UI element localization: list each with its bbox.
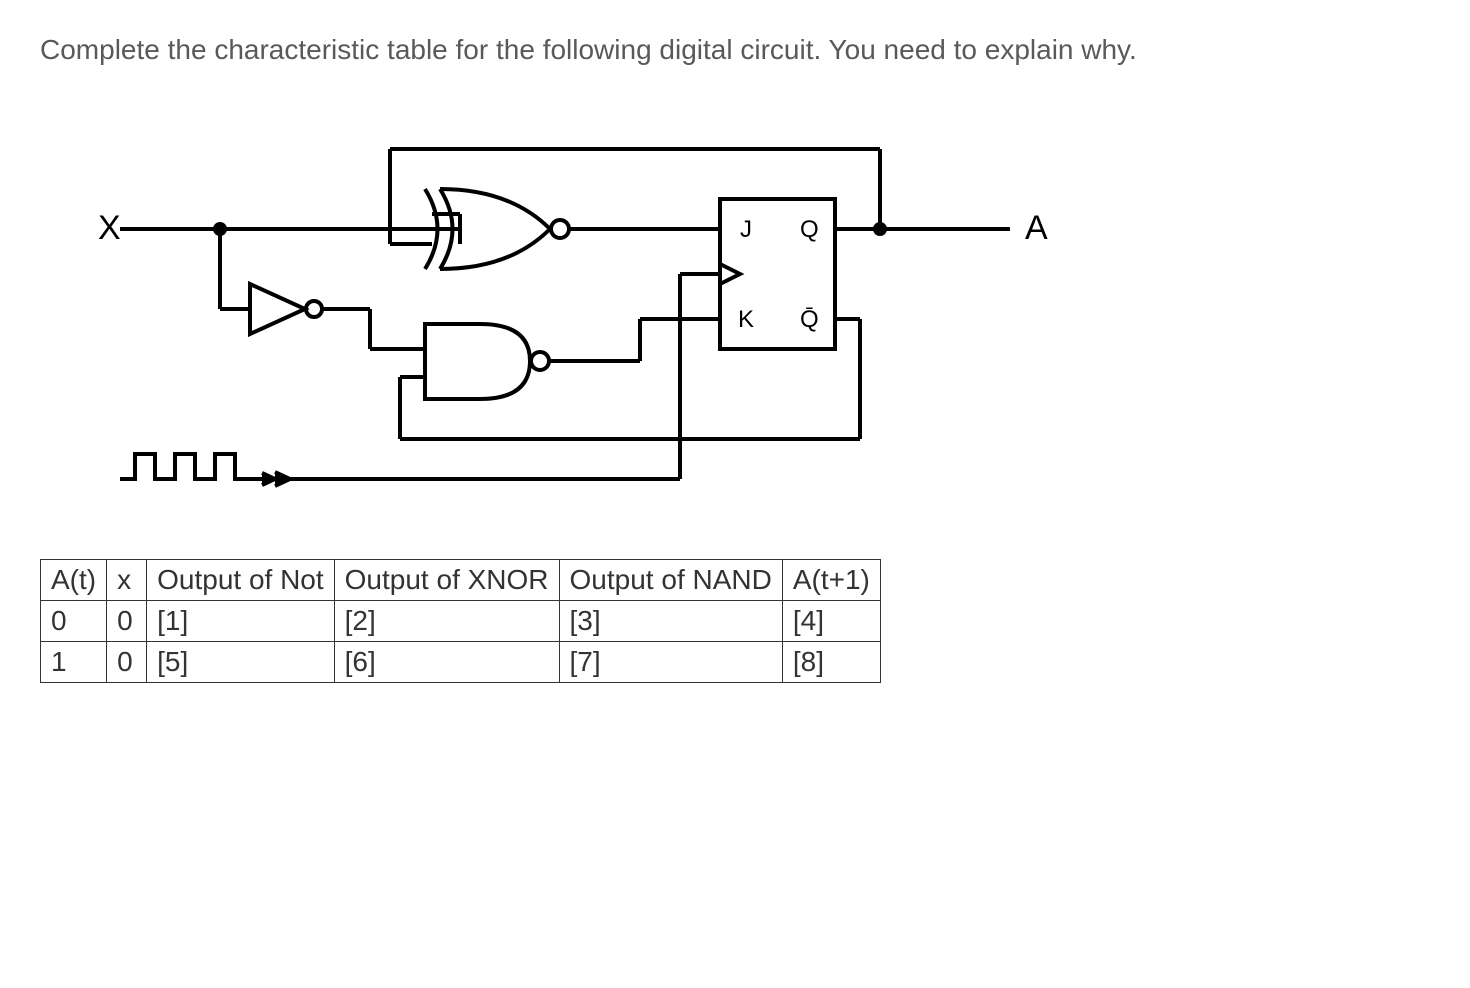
table-row: 0 0 [1] [2] [3] [4] <box>41 601 881 642</box>
table-row: 1 0 [5] [6] [7] [8] <box>41 642 881 683</box>
col-header: Output of XNOR <box>334 560 559 601</box>
col-header: A(t+1) <box>782 560 880 601</box>
input-x-label: X <box>98 209 121 247</box>
ff-j-label: J <box>740 216 752 243</box>
ff-q-label: Q <box>800 216 819 243</box>
ff-k-label: K <box>738 306 754 333</box>
cell[interactable]: [8] <box>782 642 880 683</box>
cell: 0 <box>107 601 147 642</box>
cell: 0 <box>41 601 107 642</box>
cell: 1 <box>41 642 107 683</box>
col-header: Output of Not <box>147 560 335 601</box>
output-a-label: A <box>1025 209 1048 247</box>
table-header-row: A(t) x Output of Not Output of XNOR Outp… <box>41 560 881 601</box>
question-prompt: Complete the characteristic table for th… <box>40 30 1430 69</box>
cell[interactable]: [3] <box>559 601 782 642</box>
col-header: x <box>107 560 147 601</box>
cell[interactable]: [2] <box>334 601 559 642</box>
cell[interactable]: [7] <box>559 642 782 683</box>
cell[interactable]: [1] <box>147 601 335 642</box>
cell: 0 <box>107 642 147 683</box>
ff-qbar-label: Q̄ <box>800 306 819 333</box>
cell[interactable]: [4] <box>782 601 880 642</box>
col-header: A(t) <box>41 560 107 601</box>
circuit-diagram: X <box>80 119 1430 499</box>
col-header: Output of NAND <box>559 560 782 601</box>
characteristic-table: A(t) x Output of Not Output of XNOR Outp… <box>40 559 881 683</box>
cell[interactable]: [5] <box>147 642 335 683</box>
cell[interactable]: [6] <box>334 642 559 683</box>
